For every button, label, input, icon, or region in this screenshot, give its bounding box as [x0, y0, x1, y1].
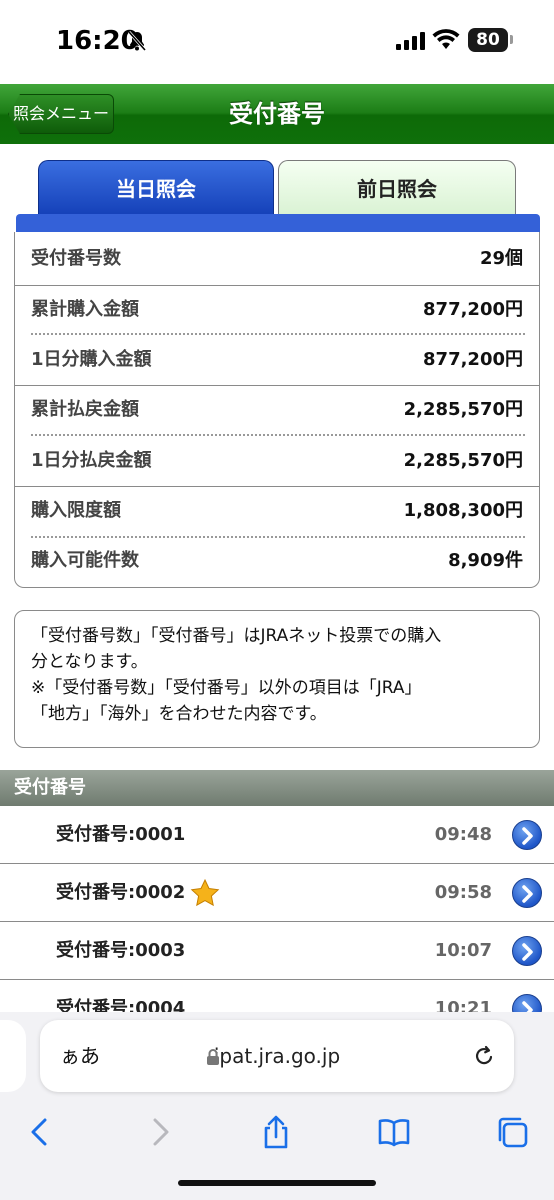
previous-tab-preview[interactable]	[0, 1020, 26, 1092]
summary-value: 1,808,300円	[403, 500, 523, 521]
chevron-right-icon[interactable]	[512, 878, 542, 908]
back-to-inquiry-menu-button[interactable]: 照会メニュー	[8, 94, 114, 134]
summary-label: 受付番号数	[31, 248, 121, 269]
reload-icon[interactable]	[472, 1044, 496, 1068]
receipt-number: 受付番号:0003	[56, 940, 186, 961]
notice-line: 「地方」「海外」を合わせた内容です。	[31, 704, 327, 724]
receipt-time: 10:07	[434, 940, 492, 961]
wifi-icon	[432, 29, 460, 49]
chevron-right-icon[interactable]	[512, 936, 542, 966]
bookmarks-icon[interactable]	[376, 1114, 412, 1150]
summary-label: 購入限度額	[31, 500, 121, 521]
summary-row-daily-purchase: 1日分購入金額 877,200円	[15, 335, 539, 385]
tab-underline	[16, 214, 540, 234]
summary-label: 累計購入金額	[31, 299, 139, 320]
app-header: 受付番号 照会メニュー	[0, 84, 554, 144]
back-icon[interactable]	[22, 1114, 58, 1150]
summary-row-purchase-limit: 購入限度額 1,808,300円	[15, 486, 539, 536]
receipt-time: 09:58	[434, 882, 492, 903]
summary-value: 2,285,570円	[403, 399, 523, 420]
summary-row-total-payout: 累計払戻金額 2,285,570円	[15, 385, 539, 435]
address-bar[interactable]: ipat.jra.go.jp ぁあ	[40, 1020, 514, 1092]
summary-label: 1日分払戻金額	[31, 450, 152, 471]
receipt-list-item[interactable]: 受付番号:0003 10:07	[0, 922, 554, 980]
home-indicator	[178, 1180, 376, 1186]
receipt-list-header: 受付番号	[0, 770, 554, 806]
lock-icon	[207, 1049, 219, 1065]
summary-value: 877,200円	[423, 349, 523, 370]
tabs-icon[interactable]	[494, 1114, 530, 1150]
receipt-number: 受付番号:0001	[56, 824, 186, 845]
tab-previous-day[interactable]: 前日照会	[278, 160, 516, 216]
notice-line: 「受付番号数」「受付番号」はJRAネット投票での購入	[31, 626, 442, 646]
summary-row-total-purchase: 累計購入金額 877,200円	[15, 285, 539, 335]
browser-toolbar	[0, 1106, 554, 1162]
receipt-number: 受付番号:0002	[56, 882, 186, 903]
receipt-list-item[interactable]: 受付番号:0002 09:58	[0, 864, 554, 922]
summary-row-daily-payout: 1日分払戻金額 2,285,570円	[15, 436, 539, 486]
notice-line: ※「受付番号数」「受付番号」以外の項目は「JRA」	[31, 678, 422, 698]
summary-value: 2,285,570円	[403, 450, 523, 471]
summary-value: 29個	[479, 248, 523, 269]
forward-icon[interactable]	[142, 1114, 178, 1150]
notice-line: 分となります。	[31, 652, 148, 672]
summary-value: 8,909件	[448, 550, 523, 571]
summary-row-receipt-count: 受付番号数 29個	[15, 234, 539, 284]
bell-off-icon	[127, 31, 147, 51]
chevron-right-icon[interactable]	[512, 820, 542, 850]
battery-indicator: 80	[468, 28, 508, 52]
summary-label: 1日分購入金額	[31, 349, 152, 370]
page-settings-button[interactable]: ぁあ	[60, 1020, 100, 1092]
summary-table: 受付番号数 29個 累計購入金額 877,200円 1日分購入金額 877,20…	[14, 232, 540, 588]
summary-label: 購入可能件数	[31, 550, 139, 571]
tab-today[interactable]: 当日照会	[38, 160, 274, 216]
cellular-signal-icon	[396, 32, 425, 50]
battery-tip	[510, 35, 513, 44]
share-icon[interactable]	[258, 1114, 294, 1150]
summary-value: 877,200円	[423, 299, 523, 320]
receipt-list-item[interactable]: 受付番号:0001 09:48	[0, 806, 554, 864]
receipt-time: 09:48	[434, 824, 492, 845]
browser-bottom-bar: ipat.jra.go.jp ぁあ	[0, 1012, 554, 1200]
status-bar: 16:20 80	[0, 0, 554, 84]
star-icon	[190, 878, 220, 907]
summary-row-available-count: 購入可能件数 8,909件	[15, 536, 539, 586]
url-text[interactable]: ipat.jra.go.jp	[40, 1020, 514, 1092]
inquiry-tabs: 当日照会 前日照会	[38, 160, 516, 216]
summary-label: 累計払戻金額	[31, 399, 139, 420]
notice-box: 「受付番号数」「受付番号」はJRAネット投票での購入 分となります。 ※「受付番…	[14, 610, 540, 748]
